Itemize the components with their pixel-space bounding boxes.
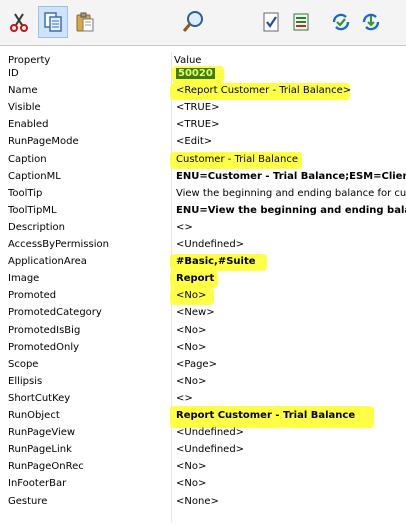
sync-back-button[interactable] [326, 6, 356, 38]
copy-button[interactable] [38, 6, 68, 38]
property-row[interactable]: Scope <Page> [0, 357, 406, 374]
id-value-selected[interactable]: 50020 [176, 68, 215, 79]
property-value[interactable]: <Edit> [176, 136, 406, 147]
property-row[interactable]: ApplicationArea #Basic,#Suite [0, 254, 406, 271]
property-row[interactable]: PromotedCategory <New> [0, 305, 406, 322]
property-value[interactable]: <New> [176, 307, 406, 318]
property-value[interactable]: <No> [176, 325, 406, 336]
property-row[interactable]: CaptionML ENU=Customer - Trial Balance;ES… [0, 169, 406, 186]
property-value[interactable]: <No> [176, 342, 406, 353]
property-row[interactable]: ID 50020 [0, 66, 406, 83]
property-value[interactable]: <Undefined> [176, 239, 406, 250]
property-name: ApplicationArea [8, 256, 87, 267]
sync-forward-button[interactable] [356, 6, 386, 38]
property-name: Promoted [8, 290, 57, 301]
property-row[interactable]: RunObject Report Customer - Trial Balance [0, 406, 406, 428]
property-value[interactable]: Report [176, 273, 406, 284]
sync-forward-icon [362, 13, 380, 31]
property-row[interactable]: Image Report [0, 271, 406, 288]
property-name: PromotedIsBig [8, 325, 81, 336]
property-value[interactable]: #Basic,#Suite [176, 256, 406, 267]
property-row[interactable]: RunPageLink <Undefined> [0, 442, 406, 459]
property-name: PromotedOnly [8, 342, 80, 353]
property-name: CaptionML [8, 171, 61, 182]
property-row[interactable]: RunPageMode <Edit> [0, 134, 406, 151]
property-row[interactable]: Ellipsis <No> [0, 374, 406, 391]
property-value[interactable]: <> [176, 393, 406, 404]
export-icon [293, 13, 309, 31]
property-row[interactable]: Gesture <None> [0, 494, 406, 511]
property-row[interactable]: Caption Customer - Trial Balance [0, 152, 406, 169]
property-name: Image [8, 273, 40, 284]
properties-grid: Property Value ID 50020 Name <Report Custom… [0, 47, 406, 525]
property-row[interactable]: Enabled <TRUE> [0, 117, 406, 134]
property-value[interactable]: <No> [176, 478, 406, 489]
property-name: InFooterBar [8, 478, 67, 489]
property-row[interactable]: Promoted <No> [0, 288, 406, 305]
property-value[interactable]: <TRUE> [176, 119, 406, 130]
property-name: ToolTip [8, 188, 43, 199]
property-row[interactable]: AccessByPermission <Undefined> [0, 237, 406, 254]
property-value[interactable]: <TRUE> [176, 102, 406, 113]
property-name: Description [8, 222, 65, 233]
property-value[interactable]: <No> [176, 376, 406, 387]
property-value[interactable]: Customer - Trial Balance [176, 154, 406, 165]
property-name: Ellipsis [8, 376, 43, 387]
property-row[interactable]: RunPageView <Undefined> [0, 425, 406, 442]
paste-icon [76, 12, 94, 32]
property-name: ShortCutKey [8, 393, 71, 404]
property-value[interactable]: <No> [176, 461, 406, 472]
property-name: Name [8, 85, 38, 96]
sync-back-icon [332, 13, 350, 31]
cut-icon [10, 13, 28, 32]
property-value[interactable]: 50020 [176, 68, 406, 79]
property-column-header: Property [8, 55, 51, 66]
property-name: Visible [8, 102, 41, 113]
property-row[interactable]: Description <> [0, 220, 406, 237]
property-name: ID [8, 68, 19, 79]
property-value[interactable]: <No> [176, 290, 406, 301]
validate-icon [263, 12, 279, 32]
property-name: Scope [8, 359, 39, 370]
property-name: RunObject [8, 410, 60, 421]
property-name: PromotedCategory [8, 307, 102, 318]
cut-button[interactable] [4, 6, 34, 38]
property-value[interactable]: <Undefined> [176, 427, 406, 438]
property-name: RunPageMode [8, 136, 79, 147]
copy-icon [44, 12, 62, 32]
property-value[interactable]: <> [176, 222, 406, 233]
property-value[interactable]: View the beginning and ending balance fo… [176, 188, 406, 199]
find-button[interactable] [178, 6, 208, 38]
property-name: Caption [8, 154, 47, 165]
property-row[interactable]: PromotedOnly <No> [0, 340, 406, 357]
export-button[interactable] [286, 6, 316, 38]
property-value[interactable]: ENU=View the beginning and ending bala [176, 205, 406, 216]
value-column-header: Value [174, 55, 202, 66]
property-value[interactable]: <Page> [176, 359, 406, 370]
property-name: RunPageLink [8, 444, 72, 455]
property-value[interactable]: <Undefined> [176, 444, 406, 455]
property-name: Gesture [8, 496, 48, 507]
property-value[interactable]: <None> [176, 496, 406, 507]
property-value[interactable]: Report Customer - Trial Balance [176, 410, 406, 421]
find-icon [182, 11, 203, 32]
property-name: RunPageView [8, 427, 76, 438]
property-row[interactable]: PromotedIsBig <No> [0, 323, 406, 340]
property-row[interactable]: Name <Report Customer - Trial Balance> [0, 83, 406, 100]
property-value[interactable]: <Report Customer - Trial Balance> [176, 85, 406, 96]
property-name: Enabled [8, 119, 49, 130]
paste-button[interactable] [70, 6, 100, 38]
property-value[interactable]: ENU=Customer - Trial Balance;ESM=Client [176, 171, 406, 182]
property-name: ToolTipML [8, 205, 57, 216]
property-row[interactable]: ToolTipML ENU=View the beginning and endi… [0, 203, 406, 220]
property-row[interactable]: Visible <TRUE> [0, 100, 406, 117]
property-row[interactable]: ToolTip View the beginning and ending bal… [0, 186, 406, 203]
property-name: AccessByPermission [8, 239, 109, 250]
toolbar [0, 0, 406, 46]
property-row[interactable]: InFooterBar <No> [0, 476, 406, 493]
validate-button[interactable] [256, 6, 286, 38]
property-row[interactable]: RunPageOnRec <No> [0, 459, 406, 476]
property-name: RunPageOnRec [8, 461, 84, 472]
